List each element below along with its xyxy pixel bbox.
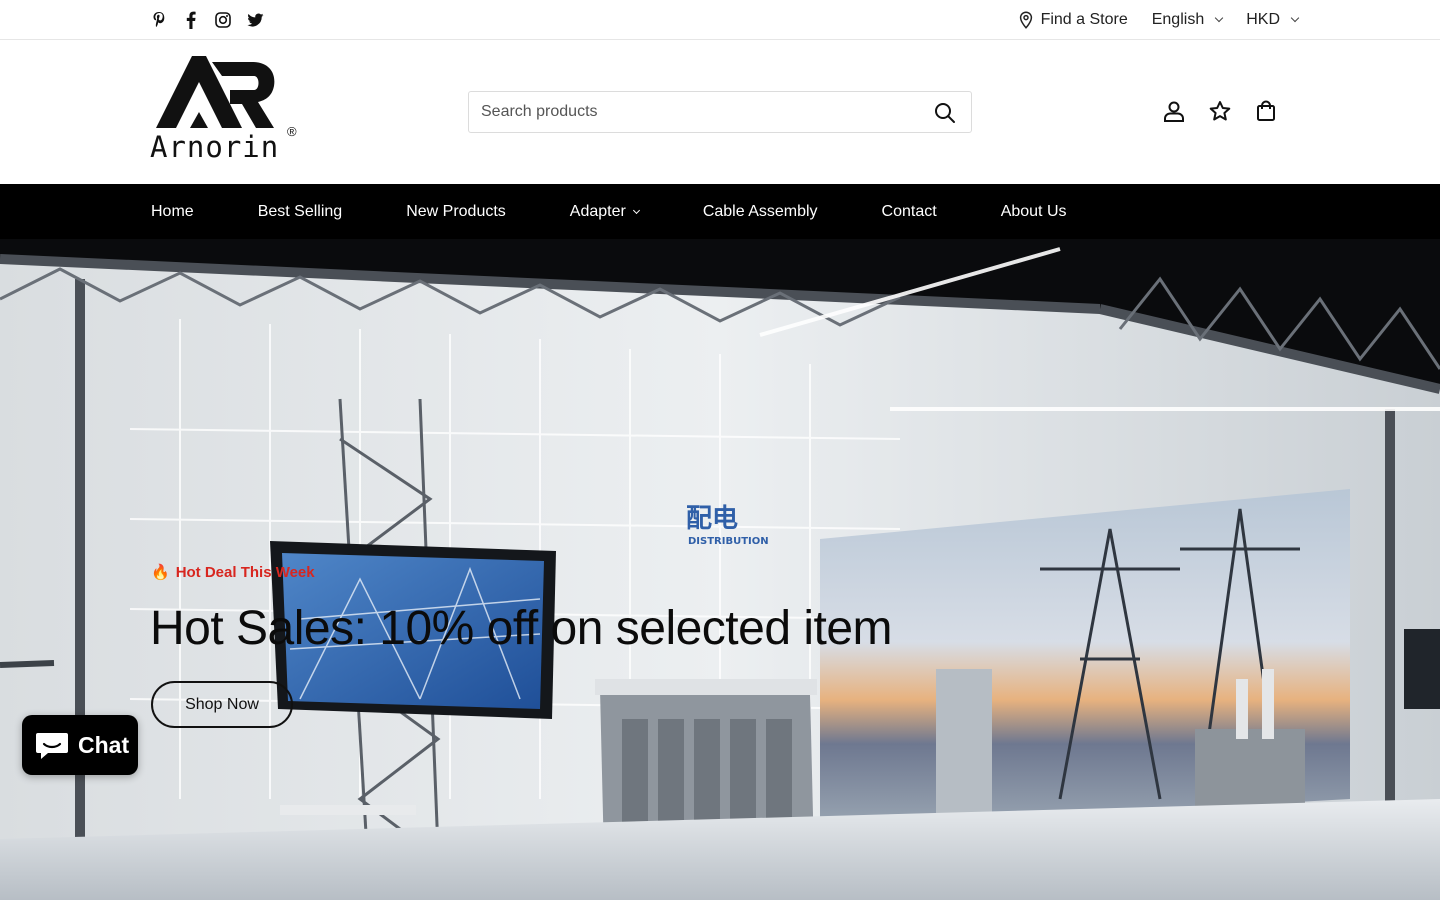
hero-tagline: 🔥 Hot Deal This Week [151,563,315,582]
account-icon[interactable] [1162,99,1186,123]
sign-en: DISTRIBUTION [688,536,769,547]
hero-banner: 配电 DISTRIBUTION 🔥 Hot Deal This Week Hot… [0,239,1440,900]
cart-bag-icon[interactable] [1254,99,1278,123]
nav-label: Contact [881,202,937,220]
top-bar: Find a Store English HKD [0,0,1440,40]
registered-mark: ® [287,124,297,139]
header-actions [1162,99,1278,123]
pinterest-icon[interactable] [150,10,168,30]
nav-item-adapter[interactable]: Adapter [569,202,640,221]
main-nav: Home Best Selling New Products Adapter C… [0,184,1440,239]
chat-label: Chat [78,731,130,758]
nav-item-best-selling[interactable]: Best Selling [258,203,343,221]
search-input[interactable] [481,100,911,124]
instagram-icon[interactable] [214,10,232,30]
nav-label: Adapter [569,202,626,220]
top-utilities: Find a Store English HKD [1019,0,1300,40]
twitter-icon[interactable] [246,10,264,30]
nav-item-cable-assembly[interactable]: Cable Assembly [703,203,818,221]
language-selector[interactable]: English [1151,11,1224,29]
chat-bubble-icon [36,733,68,759]
chevron-down-icon [1290,13,1300,23]
wishlist-star-icon[interactable] [1208,99,1232,123]
search-button[interactable] [933,101,957,125]
facebook-icon[interactable] [182,10,200,30]
find-store-link[interactable]: Find a Store [1019,11,1128,29]
chevron-down-icon [632,206,640,214]
language-value: English [1151,11,1205,28]
brand-logo[interactable]: Arnorin ® [150,56,300,164]
search-icon [935,103,955,123]
chevron-down-icon [1214,13,1224,23]
sign-cn: 配电 [686,504,738,534]
chat-widget-button[interactable]: Chat [22,715,138,775]
nav-label: Best Selling [257,202,343,220]
social-links [150,10,264,30]
fire-icon: 🔥 [151,564,170,581]
nav-label: About Us [1000,202,1067,220]
nav-item-about-us[interactable]: About Us [1001,203,1067,221]
find-store-label: Find a Store [1040,11,1128,28]
logo-mark-icon [156,56,275,128]
nav-item-home[interactable]: Home [151,203,194,221]
site-header: Arnorin ® [0,40,1440,184]
currency-value: HKD [1246,11,1280,28]
currency-selector[interactable]: HKD [1246,11,1300,29]
search-box [468,91,972,133]
nav-label: Cable Assembly [702,202,818,220]
shop-now-button[interactable]: Shop Now [151,681,293,728]
hero-headline: Hot Sales: 10% off on selected item [150,602,893,655]
nav-label: New Products [406,202,506,220]
location-pin-icon [1019,11,1032,29]
nav-item-new-products[interactable]: New Products [406,203,506,221]
nav-label: Home [151,202,194,220]
hero-tagline-text: Hot Deal This Week [175,563,315,581]
nav-item-contact[interactable]: Contact [882,203,937,221]
logo-wordmark: Arnorin [150,130,280,164]
